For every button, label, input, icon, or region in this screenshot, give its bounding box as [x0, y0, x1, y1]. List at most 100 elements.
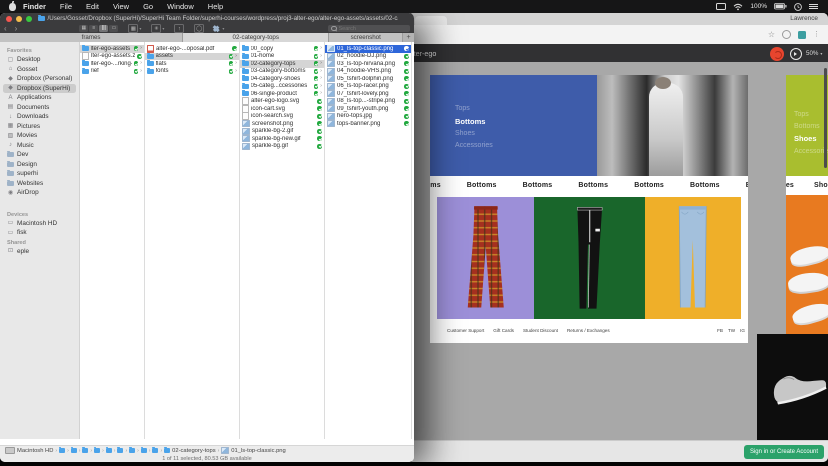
zoom-control[interactable]: 50% ▾ — [806, 50, 822, 57]
file-row[interactable]: 06-single-product — [240, 90, 324, 98]
menu-edit[interactable]: Edit — [79, 0, 106, 13]
path-file[interactable]: 01_ls-top-classic.png — [231, 448, 285, 454]
file-row[interactable]: 02_hoodie-DJ.png — [325, 53, 411, 61]
nav-bottoms[interactable]: Bottoms — [794, 123, 828, 130]
sidebar-item-pictures[interactable]: ▦Pictures — [3, 122, 76, 132]
clock-icon[interactable] — [794, 3, 802, 11]
proxy-folder-icon[interactable] — [38, 16, 45, 21]
folder-icon[interactable] — [152, 448, 158, 452]
product-track-pants[interactable] — [534, 197, 645, 319]
nav-accessories[interactable]: Accessories — [455, 142, 493, 149]
sidebar-item-movies[interactable]: ▧Movies — [3, 131, 76, 141]
sidebar-item-dropbox-superhi[interactable]: ◆Dropbox (SuperHi) — [3, 84, 76, 94]
battery-icon[interactable] — [774, 3, 787, 10]
browser-url-bar[interactable]: ☆ ⋮ — [408, 25, 828, 45]
file-row[interactable]: rief — [80, 68, 144, 76]
file-row[interactable]: 01-home — [240, 53, 324, 61]
sidebar-item-fisk[interactable]: ▭fisk — [3, 228, 76, 238]
menu-list-icon[interactable] — [809, 3, 818, 10]
sidebar-item-superhi[interactable]: superhi — [3, 169, 76, 179]
product-blue-jeans[interactable] — [645, 197, 741, 319]
sidebar-item-home[interactable]: ⌂Gosset — [3, 65, 76, 75]
file-row[interactable]: alter-ego-logo.svg — [240, 98, 324, 106]
path-root[interactable]: Macintosh HD — [17, 448, 53, 454]
social-tw[interactable]: TW — [728, 328, 735, 333]
menu-view[interactable]: View — [106, 0, 136, 13]
file-row[interactable]: 02-category-tops — [240, 60, 324, 68]
file-row[interactable]: 05_tshirt-dolphin.png — [325, 75, 411, 83]
back-button[interactable]: ‹ — [0, 25, 11, 33]
forward-button[interactable]: › — [11, 25, 22, 33]
menu-window[interactable]: Window — [160, 0, 201, 13]
column-view-button[interactable]: ||| — [99, 25, 108, 32]
sidebar-item-macintosh-hd[interactable]: ▭Macintosh HD — [3, 219, 76, 229]
gallery-view-button[interactable]: ▭ — [109, 25, 118, 32]
file-row[interactable]: lter-ego-assets — [80, 45, 144, 53]
folder-icon[interactable] — [94, 448, 100, 452]
sidebar-item-websites[interactable]: Websites — [3, 179, 76, 189]
folder-icon[interactable] — [71, 448, 77, 452]
footer-link[interactable]: Customer Support — [447, 328, 484, 333]
sidebar-item-applications[interactable]: AApplications — [3, 93, 76, 103]
search-field[interactable] — [328, 25, 410, 32]
group-button[interactable]: ▦▾ — [128, 24, 141, 33]
tab-screenshot[interactable]: screenshot — [329, 33, 403, 42]
new-tab-button[interactable]: + — [403, 33, 414, 42]
file-row[interactable]: 05-categ...ccessories — [240, 83, 324, 91]
tab-frames[interactable]: frames — [0, 33, 183, 42]
footer-link[interactable]: Returns / Exchanges — [567, 328, 610, 333]
file-row[interactable]: sparkle-bg.gif — [240, 143, 324, 151]
sidebar-item-desktop[interactable]: ▢Desktop — [3, 55, 76, 65]
nav-tops[interactable]: Tops — [455, 105, 493, 112]
folder-icon[interactable] — [117, 448, 123, 452]
file-row[interactable]: screenshot.png — [240, 120, 324, 128]
run-preview-button[interactable] — [790, 48, 802, 60]
nav-accessories[interactable]: Accessories — [794, 148, 828, 155]
dropbox-toolbar-button[interactable]: ▾ — [214, 26, 224, 32]
nav-shoes[interactable]: Shoes — [794, 134, 828, 143]
file-row[interactable]: 04_hoodie-VHS.png — [325, 68, 411, 76]
icon-view-button[interactable]: ▦ — [79, 25, 88, 32]
file-row[interactable]: sparkle-bg-2.gif — [240, 128, 324, 136]
menu-file[interactable]: File — [53, 0, 79, 13]
sidebar-item-design[interactable]: Design — [3, 160, 76, 170]
browser-menu-icon[interactable]: ⋮ — [813, 31, 820, 38]
preview-scrollbar[interactable] — [824, 68, 827, 168]
sidebar-item-eple[interactable]: ⊡eple — [3, 247, 76, 257]
file-row[interactable]: alter-ego-...oposal.pdf — [145, 45, 239, 53]
bookmark-star-icon[interactable]: ☆ — [768, 31, 775, 39]
menu-help[interactable]: Help — [201, 0, 230, 13]
nav-shoes[interactable]: Shoes — [455, 130, 493, 137]
tags-button[interactable]: ◯ — [194, 24, 204, 33]
folder-icon[interactable] — [129, 448, 135, 452]
social-fb[interactable]: FB — [717, 328, 723, 333]
file-row[interactable]: icon-search.svg — [240, 113, 324, 121]
nav-tops[interactable]: Tops — [794, 111, 828, 118]
file-row[interactable]: sparkle-bg-new.gif — [240, 135, 324, 143]
display-icon[interactable] — [716, 3, 726, 11]
share-button[interactable]: ↑ — [174, 24, 184, 33]
superhi-avatar[interactable] — [770, 47, 784, 61]
file-row[interactable]: 04-category-shoes — [240, 75, 324, 83]
file-row[interactable]: flats — [145, 60, 239, 68]
footer-link[interactable]: Student Discount — [523, 328, 558, 333]
product-plaid-flares[interactable] — [437, 197, 534, 319]
file-row[interactable]: icon-cart.svg — [240, 105, 324, 113]
file-row[interactable]: 03_ls-top-nirvana.png — [325, 60, 411, 68]
extension-teal-icon[interactable] — [798, 31, 806, 39]
file-row-selected[interactable]: 01_ls-top-classic.png — [325, 45, 411, 53]
wifi-icon[interactable] — [733, 3, 743, 11]
footer-link[interactable]: Gift Cards — [493, 328, 514, 333]
file-row[interactable]: 08_ls-top...-stripe.png — [325, 98, 411, 106]
signin-button[interactable]: Sign in or Create Account — [744, 445, 824, 459]
browser-tab[interactable] — [415, 16, 447, 25]
file-row[interactable]: 00_copy — [240, 45, 324, 53]
action-button[interactable]: ✳▾ — [151, 24, 164, 33]
menu-go[interactable]: Go — [136, 0, 160, 13]
file-row[interactable]: tops-banner.png — [325, 120, 411, 128]
sidebar-item-downloads[interactable]: ↓Downloads — [3, 112, 76, 122]
sidebar-item-dropbox-personal[interactable]: ◆Dropbox (Personal) — [3, 74, 76, 84]
folder-icon[interactable] — [106, 448, 112, 452]
product-sneakers[interactable] — [786, 195, 828, 343]
tab-02-category-tops[interactable]: 02-category-tops — [183, 33, 329, 42]
